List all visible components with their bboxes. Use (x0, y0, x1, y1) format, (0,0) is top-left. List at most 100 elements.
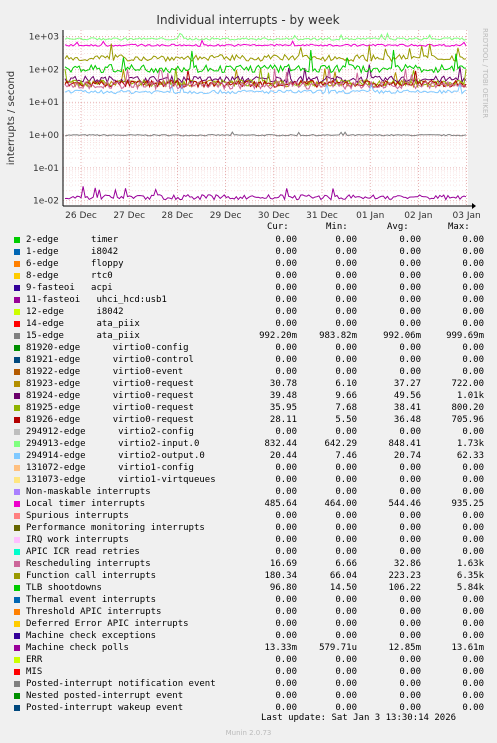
legend-label: 14-edge ata_piix (26, 319, 140, 329)
legend-value: 0.00 (275, 511, 297, 521)
legend-value: 0.00 (335, 667, 357, 677)
legend-swatch (14, 561, 20, 567)
legend-value: 0.00 (462, 283, 484, 293)
legend-swatch (14, 549, 20, 555)
legend-swatch (14, 429, 20, 435)
legend-value: 6.10 (335, 379, 357, 389)
legend-row: 14-edge ata_piix 0.00 0.00 0.00 0.00 (0, 318, 497, 330)
legend-value: 0.00 (462, 595, 484, 605)
legend-value: 5.50 (335, 415, 357, 425)
chart-title: Individual interrupts - by week (156, 13, 339, 27)
legend-value: 37.27 (393, 379, 421, 389)
legend: 2-edge timer 0.00 0.00 0.00 0.00 1-edge i8042… (0, 234, 497, 714)
watermark: RRDTOOL / TOBI OETIKER (481, 28, 489, 118)
legend-value: 579.71u (319, 643, 357, 653)
legend-swatch (14, 297, 20, 303)
legend-value: 1.63k (456, 559, 484, 569)
legend-row: 81922-edge virtio0-event 0.00 0.00 0.00 0.00 (0, 366, 497, 378)
legend-label: 6-edge floppy (26, 259, 124, 269)
legend-row: 6-edge floppy 0.00 0.00 0.00 0.00 (0, 258, 497, 270)
legend-swatch (14, 441, 20, 447)
legend-swatch (14, 489, 20, 495)
legend-value: 0.00 (335, 307, 357, 317)
legend-label: 81921-edge virtio0-control (26, 355, 194, 365)
col-max: Max: (448, 222, 470, 232)
legend-value: 7.46 (335, 451, 357, 461)
legend-value: 0.00 (399, 319, 421, 329)
legend-row: Function call interrupts 180.34 66.04 223.2… (0, 570, 497, 582)
legend-value: 0.00 (275, 247, 297, 257)
legend-value: 0.00 (462, 355, 484, 365)
legend-value: 0.00 (335, 547, 357, 557)
legend-value: 0.00 (462, 619, 484, 629)
legend-swatch (14, 381, 20, 387)
legend-value: 0.00 (399, 235, 421, 245)
legend-label: Performance monitoring interrupts (26, 523, 205, 533)
legend-value: 0.00 (335, 235, 357, 245)
legend-value: 0.00 (399, 343, 421, 353)
legend-value: 0.00 (335, 487, 357, 497)
legend-value: 0.00 (399, 607, 421, 617)
legend-value: 0.00 (399, 619, 421, 629)
legend-row: 12-edge i8042 0.00 0.00 0.00 0.00 (0, 306, 497, 318)
legend-value: 6.66 (335, 559, 357, 569)
legend-value: 800.20 (451, 403, 484, 413)
legend-value: 0.00 (462, 631, 484, 641)
legend-value: 6.35k (456, 571, 484, 581)
legend-value: 0.00 (462, 655, 484, 665)
legend-swatch (14, 309, 20, 315)
legend-row: 81924-edge virtio0-request 39.48 9.66 49.56… (0, 390, 497, 402)
legend-row: Performance monitoring interrupts 0.00 0.0… (0, 522, 497, 534)
legend-value: 0.00 (462, 295, 484, 305)
legend-value: 0.00 (335, 259, 357, 269)
legend-swatch (14, 573, 20, 579)
legend-value: 0.00 (335, 631, 357, 641)
legend-label: ERR (26, 655, 43, 665)
x-tick-label: 26 Dec (65, 211, 97, 221)
legend-swatch (14, 321, 20, 327)
legend-value: 999.69m (446, 331, 484, 341)
legend-value: 0.00 (335, 535, 357, 545)
legend-label: 1-edge i8042 (26, 247, 119, 257)
legend-value: 0.00 (462, 511, 484, 521)
legend-row: Deferred Error APIC interrupts 0.00 0.00 0.… (0, 618, 497, 630)
legend-swatch (14, 705, 20, 711)
legend-value: 992.20m (259, 331, 297, 341)
legend-row: 8-edge rtc0 0.00 0.00 0.00 0.00 (0, 270, 497, 282)
legend-value: 0.00 (399, 475, 421, 485)
legend-swatch (14, 261, 20, 267)
legend-label: 81920-edge virtio0-config (26, 343, 189, 353)
legend-label: Non-maskable interrupts (26, 487, 151, 497)
legend-swatch (14, 669, 20, 675)
y-tick-label: 1e+00 (29, 131, 60, 141)
legend-value: 20.74 (393, 451, 421, 461)
legend-value: 642.29 (324, 439, 357, 449)
legend-value: 0.00 (335, 691, 357, 701)
col-cur: Cur: (267, 222, 289, 232)
col-min: Min: (326, 222, 348, 232)
legend-row: 81925-edge virtio0-request 35.95 7.68 38.41… (0, 402, 497, 414)
legend-value: 0.00 (462, 607, 484, 617)
legend-value: 0.00 (399, 355, 421, 365)
legend-value: 0.00 (275, 547, 297, 557)
legend-value: 464.00 (324, 499, 357, 509)
legend-value: 0.00 (462, 475, 484, 485)
legend-value: 992.06m (383, 331, 421, 341)
legend-value: 705.96 (451, 415, 484, 425)
legend-value: 0.00 (275, 463, 297, 473)
legend-value: 96.80 (269, 583, 297, 593)
legend-value: 0.00 (275, 427, 297, 437)
legend-value: 1.01k (456, 391, 484, 401)
legend-value: 0.00 (335, 463, 357, 473)
legend-swatch (14, 393, 20, 399)
legend-value: 544.46 (388, 499, 421, 509)
legend-value: 0.00 (462, 547, 484, 557)
legend-row: Rescheduling interrupts 16.69 6.66 32.86 1.6… (0, 558, 497, 570)
legend-row: 1-edge i8042 0.00 0.00 0.00 0.00 (0, 246, 497, 258)
legend-label: 9-fasteoi acpi (26, 283, 113, 293)
x-axis-arrow (472, 203, 476, 209)
legend-row: Machine check polls 13.33m 579.71u 12.85m 13… (0, 642, 497, 654)
legend-value: 13.61m (451, 643, 484, 653)
legend-value: 7.68 (335, 403, 357, 413)
legend-value: 0.00 (335, 271, 357, 281)
